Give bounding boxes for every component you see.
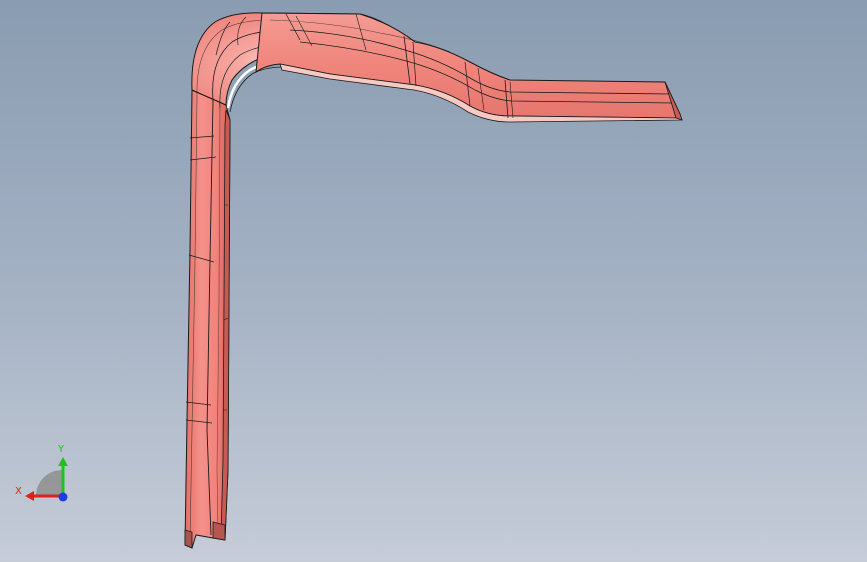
triad-plane-icon (36, 470, 62, 496)
z-axis-icon (58, 492, 68, 502)
model-view[interactable] (0, 0, 867, 562)
x-axis-arrow-icon (25, 491, 34, 501)
part-vertical-leg[interactable] (184, 89, 231, 549)
coordinate-triad: Y X (15, 444, 68, 502)
part-horizontal-arm[interactable] (255, 12, 683, 123)
x-axis-label: X (15, 486, 22, 497)
y-axis-arrow-icon (58, 457, 68, 466)
graphics-viewport[interactable]: Y X (0, 0, 867, 562)
y-axis-label: Y (57, 444, 65, 455)
